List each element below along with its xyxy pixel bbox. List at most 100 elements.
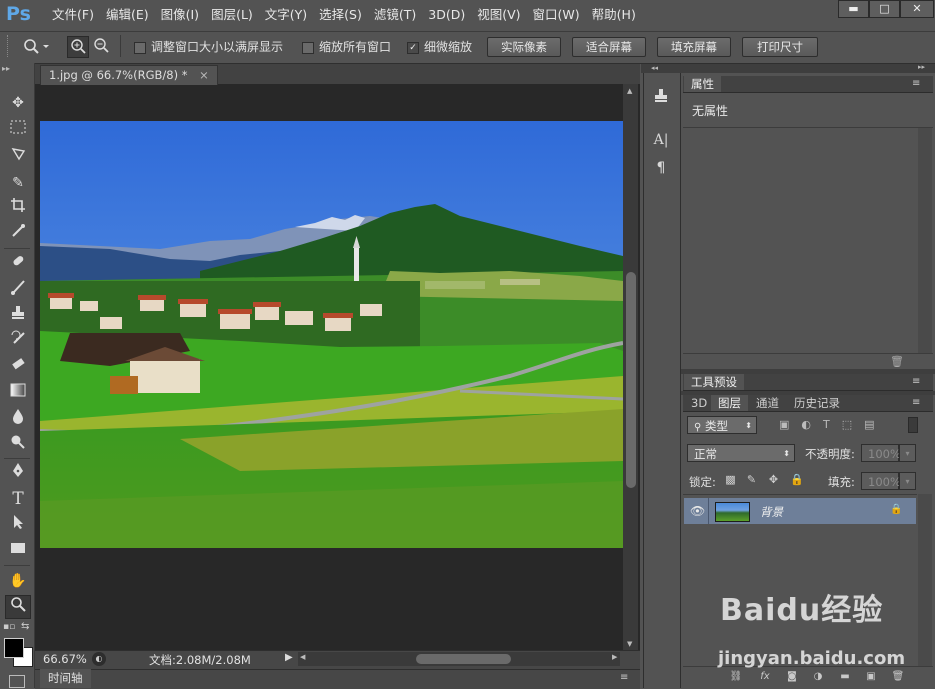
scroll-right-icon[interactable]: ▶ [612,653,617,661]
adjustment-layer-icon[interactable]: ◑ [810,670,826,684]
scroll-down-icon[interactable]: ▼ [627,640,632,648]
healing-brush-tool-icon[interactable] [6,253,30,275]
resize-windows-option[interactable]: 调整窗口大小以满屏显示 [134,38,283,55]
delete-layer-icon[interactable]: 🗑 [890,670,906,684]
menu-3d[interactable]: 3D(D) [422,6,471,24]
collapse-dock-icon[interactable]: ◂◂ [651,64,658,72]
timeline-menu-icon[interactable]: ≡ [620,672,628,683]
pen-tool-icon[interactable] [6,462,30,484]
image-canvas[interactable] [40,121,623,548]
hand-tool-icon[interactable]: ✋ [6,570,30,592]
print-size-button[interactable]: 打印尺寸 [742,37,818,57]
clone-source-panel-icon[interactable] [650,88,672,108]
tab-layers[interactable]: 图层 [711,395,748,411]
close-window-button[interactable]: ✕ [900,0,934,18]
menu-image[interactable]: 图像(I) [155,6,205,24]
collapse-toolbar-icon[interactable]: ▸▸ [2,64,10,73]
eraser-tool-icon[interactable] [6,356,30,378]
layers-menu-icon[interactable]: ≡ [912,397,920,408]
opacity-dropdown-icon[interactable]: ▾ [899,444,916,462]
close-tab-icon[interactable]: × [199,68,209,82]
layers-scrollbar[interactable] [918,494,932,666]
gradient-tool-icon[interactable] [6,382,30,404]
new-group-icon[interactable]: ▬ [837,670,853,684]
actual-pixels-button[interactable]: 实际像素 [487,37,561,57]
character-panel-icon[interactable]: A| [650,130,672,150]
resize-windows-checkbox[interactable] [134,41,146,54]
menu-select[interactable]: 选择(S) [313,6,368,24]
tool-preset-picker[interactable] [20,36,50,56]
horizontal-scroll-thumb[interactable] [416,654,511,664]
maximize-button[interactable]: □ [869,0,900,18]
tab-channels[interactable]: 通道 [749,395,786,411]
filter-toggle[interactable] [908,417,918,433]
layer-visibility-eye-icon[interactable]: 👁 [690,504,705,518]
pixel-filter-icon[interactable]: ▣ [779,418,801,431]
opacity-input[interactable]: 100% [861,444,901,462]
swap-colors-icon[interactable]: ⇆ [21,621,29,632]
shape-filter-icon[interactable]: ⬚ [842,418,864,431]
delete-icon[interactable]: 🗑 [890,355,904,368]
paragraph-panel-icon[interactable]: ¶ [650,158,672,178]
document-tab[interactable]: 1.jpg @ 66.7%(RGB/8) * × [40,65,218,85]
menu-filter[interactable]: 滤镜(T) [368,6,422,24]
blend-mode-select[interactable]: 正常 ⬍ [687,444,795,462]
fx-icon[interactable]: fx [757,670,773,684]
quick-mask-icon[interactable] [9,675,25,688]
lasso-tool-icon[interactable] [6,146,30,168]
link-layers-icon[interactable]: ⛓ [728,670,744,684]
brush-tool-icon[interactable] [6,279,30,301]
zoom-level[interactable]: 66.67% [43,652,87,666]
layer-filter-select[interactable]: ⚲ 类型 ⬍ [687,416,757,434]
minimize-button[interactable]: ▬ [838,0,869,18]
properties-scrollbar[interactable] [918,128,932,353]
menu-layer[interactable]: 图层(L) [205,6,259,24]
foreground-color-swatch[interactable] [4,638,24,658]
lock-transparent-icon[interactable]: ▩ [724,473,737,486]
adjustment-filter-icon[interactable]: ◐ [801,418,823,431]
menu-window[interactable]: 窗口(W) [527,6,586,24]
lock-pixels-icon[interactable]: ✎ [745,473,758,486]
rectangle-tool-icon[interactable] [6,540,30,562]
status-menu-arrow-icon[interactable]: ▶ [285,652,293,663]
share-icon[interactable]: ◐ [92,652,106,666]
crop-tool-icon[interactable] [6,197,30,219]
path-selection-tool-icon[interactable] [6,514,30,536]
dodge-tool-icon[interactable] [6,434,30,456]
lock-position-icon[interactable]: ✥ [767,473,780,486]
zoom-all-windows-option[interactable]: 缩放所有窗口 [302,38,391,55]
marquee-tool-icon[interactable] [6,119,30,141]
scroll-left-icon[interactable]: ◀ [300,653,305,661]
quick-selection-tool-icon[interactable]: ✎ [6,172,30,194]
scrubby-zoom-option[interactable]: ✓ 细微缩放 [407,38,472,55]
vertical-scroll-thumb[interactable] [626,272,636,488]
menu-edit[interactable]: 编辑(E) [100,6,155,24]
add-mask-icon[interactable]: ◙ [784,670,800,684]
lock-all-icon[interactable]: 🔒 [790,473,804,486]
timeline-tab[interactable]: 时间轴 [40,669,91,688]
expand-dock-icon[interactable]: ▸▸ [918,63,925,71]
eyedropper-tool-icon[interactable] [6,223,30,245]
options-grip[interactable] [7,35,10,57]
fill-dropdown-icon[interactable]: ▾ [899,472,916,490]
properties-menu-icon[interactable]: ≡ [912,78,920,89]
type-tool-icon[interactable]: T [6,488,30,510]
layer-name[interactable]: 背景 [760,504,783,520]
move-tool-icon[interactable]: ✥ [6,92,30,114]
zoom-tool-icon[interactable] [5,595,31,619]
smart-object-filter-icon[interactable]: ▤ [864,418,886,431]
properties-tab[interactable]: 属性 [684,76,721,92]
type-filter-icon[interactable]: T [823,418,842,431]
tool-presets-menu-icon[interactable]: ≡ [912,376,920,387]
tab-history[interactable]: 历史记录 [787,395,847,411]
fill-input[interactable]: 100% [861,472,901,490]
fit-screen-button[interactable]: 适合屏幕 [572,37,646,57]
menu-type[interactable]: 文字(Y) [259,6,313,24]
tab-3d[interactable]: 3D [684,395,714,411]
clone-stamp-tool-icon[interactable] [6,304,30,326]
menu-view[interactable]: 视图(V) [471,6,526,24]
zoom-in-button[interactable] [67,36,89,58]
scrubby-zoom-checkbox[interactable]: ✓ [407,41,419,54]
zoom-out-button[interactable] [91,36,111,56]
new-layer-icon[interactable]: ▣ [863,670,879,684]
